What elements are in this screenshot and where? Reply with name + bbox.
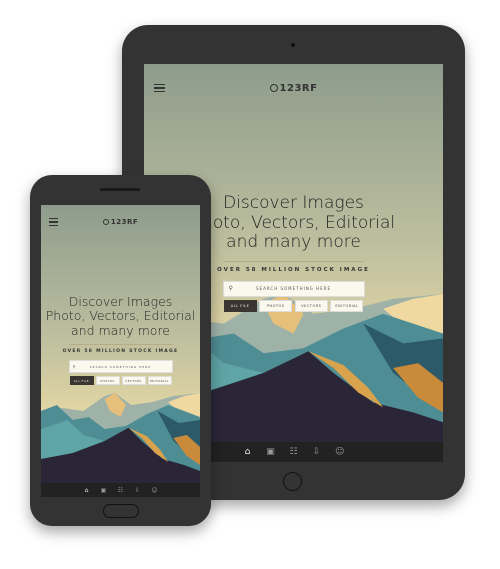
home-button[interactable] — [103, 504, 139, 518]
hamburger-menu-icon[interactable] — [49, 218, 58, 226]
filter-editorial[interactable]: EDITORIAL — [330, 299, 364, 312]
search-input[interactable]: ⚲ SEARCH SOMETHING HERE — [68, 360, 173, 374]
divider — [68, 344, 173, 346]
download-icon[interactable]: ⇩ — [312, 447, 321, 457]
gallery-icon[interactable]: ▣ — [100, 487, 107, 494]
filter-photos[interactable]: PHOTOS — [259, 299, 293, 312]
search-icon: ⚲ — [228, 285, 233, 293]
filter-vectors[interactable]: VECTORS — [294, 299, 328, 312]
search-icon: ⚲ — [72, 364, 76, 370]
filter-photos[interactable]: PHOTOS — [95, 376, 120, 386]
camera-icon — [291, 43, 295, 47]
logo-text: 123RF — [110, 218, 139, 226]
hero-title: Discover Images Photo, Vectors, Editoria… — [41, 294, 200, 338]
tagline: OVER 58 MILLION STOCK IMAGE — [62, 349, 179, 355]
filter-all-file[interactable]: ALL FILE — [223, 299, 257, 312]
speaker-icon — [100, 188, 140, 191]
download-icon[interactable]: ⇩ — [134, 487, 141, 494]
logo[interactable]: 123RF — [102, 218, 139, 226]
filter-vectors[interactable]: VECTORS — [121, 376, 146, 386]
filter-editorial[interactable]: EDITORIAL — [147, 376, 172, 386]
home-icon[interactable]: ⌂ — [83, 487, 90, 494]
user-icon[interactable]: ☺ — [151, 487, 158, 494]
gallery-icon[interactable]: ▣ — [266, 447, 275, 457]
filter-buttons: ALL FILE PHOTOS VECTORS EDITORIAL — [69, 376, 172, 386]
title-line: Discover Images — [68, 294, 173, 309]
home-button[interactable] — [283, 472, 302, 491]
logo[interactable]: 123RF — [269, 82, 318, 94]
home-icon[interactable]: ⌂ — [243, 447, 252, 457]
phone-screen: 123RF Discover Images Photo, Vectors, Ed… — [41, 205, 200, 497]
title-line: Photo, Vectors, Editorial — [45, 308, 196, 324]
hero: Discover Images Photo, Vectors, Editoria… — [41, 294, 200, 386]
cart-icon[interactable]: ☷ — [117, 487, 124, 494]
filter-all-file[interactable]: ALL FILE — [69, 376, 94, 386]
filter-buttons: ALL FILE PHOTOS VECTORS EDITORIAL — [223, 299, 364, 312]
search-input[interactable]: ⚲ SEARCH SOMETHING HERE — [222, 280, 365, 297]
divider — [223, 260, 364, 262]
search-placeholder: SEARCH SOMETHING HERE — [256, 286, 331, 292]
logo-icon — [102, 219, 109, 225]
cart-icon[interactable]: ☷ — [289, 447, 298, 457]
title-line: and many more — [71, 322, 170, 338]
phone-device: 123RF Discover Images Photo, Vectors, Ed… — [30, 175, 211, 526]
header: 123RF — [41, 205, 200, 239]
logo-icon — [269, 84, 278, 92]
search-placeholder: SEARCH SOMETHING HERE — [89, 364, 152, 369]
logo-text: 123RF — [279, 82, 318, 94]
user-icon[interactable]: ☺ — [335, 447, 344, 457]
header: 123RF — [144, 64, 443, 112]
hamburger-menu-icon[interactable] — [154, 84, 165, 92]
bottom-nav: ⌂ ▣ ☷ ⇩ ☺ — [41, 483, 200, 497]
mountain-background — [41, 393, 200, 483]
